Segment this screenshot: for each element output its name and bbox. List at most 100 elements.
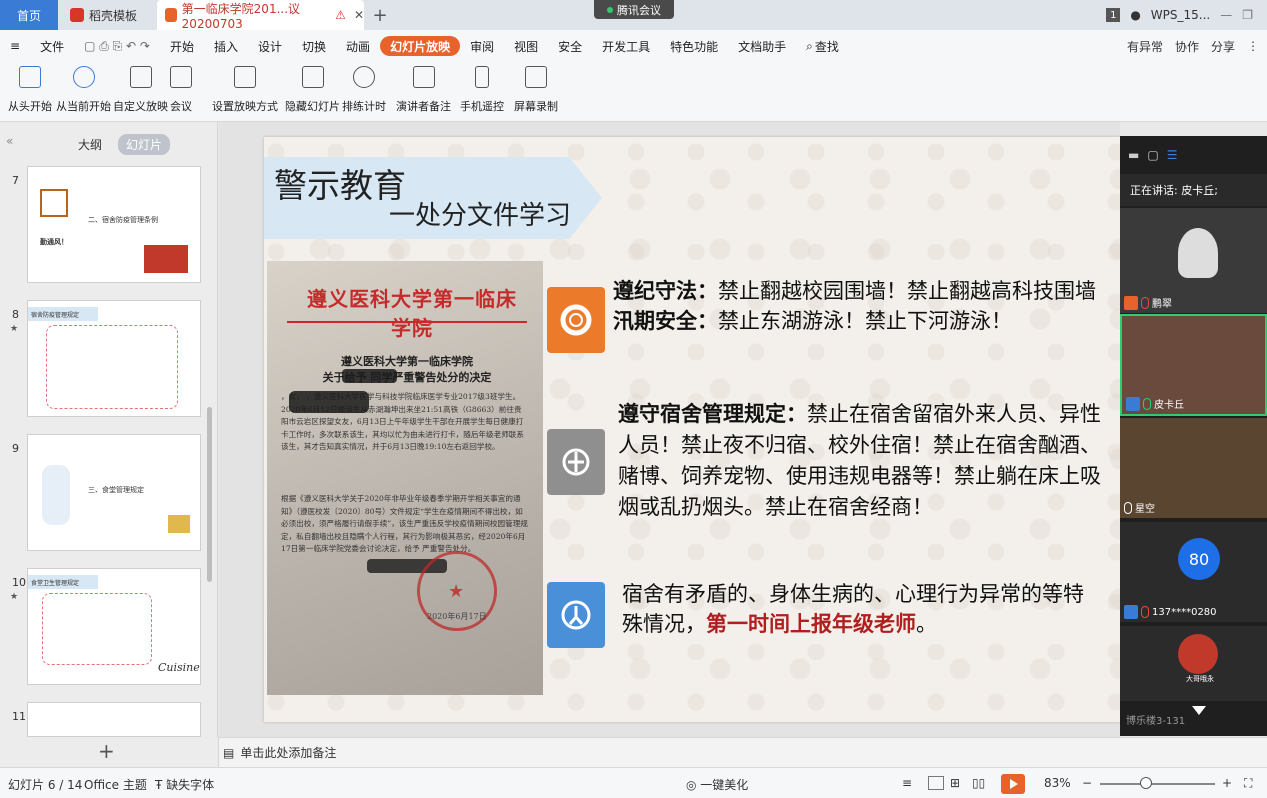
slide-thumb-8[interactable]: 宿舍防疫管理规定	[27, 300, 201, 417]
minimize-icon[interactable]: ▬	[1128, 148, 1139, 162]
close-tab-icon[interactable]: ✕	[354, 8, 364, 22]
thumbnail-scrollbar[interactable]	[207, 407, 212, 582]
normal-view-icon[interactable]	[928, 776, 944, 790]
participant-tile[interactable]: 鹏翠	[1120, 208, 1267, 313]
meeting-button[interactable]: 会议	[170, 66, 192, 118]
zoom-in-icon[interactable]: +	[1222, 776, 1232, 790]
rule-dormitory: 遵守宿舍管理规定：禁止在宿舍留宿外来人员、异性人员！禁止夜不归宿、校外住宿！禁止…	[618, 399, 1108, 523]
user-icon	[1126, 396, 1140, 411]
zoom-slider-handle[interactable]	[1140, 777, 1152, 789]
missing-font-button[interactable]: Ŧ 缺失字体	[155, 776, 214, 793]
slide-thumb-7[interactable]: 二、宿舍防疫管理条例 勤通风！	[27, 166, 201, 283]
slide-thumb-10[interactable]: 食堂卫生管理规定 Cuisine	[27, 568, 201, 685]
beautify-button[interactable]: ◎ 一键美化	[686, 776, 748, 793]
menu-view[interactable]: 视图	[504, 36, 548, 56]
thumb-caption: 宿舍防疫管理规定	[28, 307, 98, 321]
thumb-subcaption: 勤通风！	[40, 238, 68, 246]
panel-tabs: 大纲 幻灯片	[70, 134, 171, 155]
thumb-caption: 二、宿舍防疫管理条例	[88, 216, 158, 224]
thumb-content-box	[46, 325, 178, 409]
hamburger-icon[interactable]: ≡	[0, 36, 30, 56]
slide-thumb-11[interactable]	[27, 702, 201, 737]
theme-name[interactable]: Office 主题	[84, 776, 147, 793]
user-avatar-icon[interactable]: ●	[1130, 8, 1140, 22]
menu-devtools[interactable]: 开发工具	[592, 36, 660, 56]
user-name[interactable]: WPS_15...	[1151, 8, 1210, 22]
more-icon[interactable]: ⋮	[1247, 39, 1259, 53]
font-icon: Ŧ	[155, 778, 167, 792]
hide-slide-button[interactable]: 隐藏幻灯片	[285, 66, 340, 118]
add-slide-icon[interactable]: +	[98, 739, 115, 763]
reading-view-icon[interactable]: ▯▯	[972, 776, 985, 790]
speaker-notes-button[interactable]: 演讲者备注	[396, 66, 451, 118]
collapse-panel-icon[interactable]: «	[6, 134, 13, 148]
restore-icon[interactable]: ❐	[1242, 8, 1253, 22]
menu-security[interactable]: 安全	[548, 36, 592, 56]
from-start-button[interactable]: 从头开始	[8, 66, 52, 118]
tab-template[interactable]: 稻壳模板	[60, 0, 155, 30]
tab-document[interactable]: 第一临床学院201...议20200703 ⚠ ✕	[157, 0, 364, 31]
slide-title: 警示教育	[274, 166, 406, 205]
participant-tile-active[interactable]: 皮卡丘	[1120, 314, 1267, 416]
menu-features[interactable]: 特色功能	[660, 36, 728, 56]
list-icon[interactable]: ☰	[1167, 148, 1178, 162]
sync-status[interactable]: 有异常	[1127, 38, 1163, 55]
thumb-number: 8	[12, 308, 19, 321]
zoom-out-icon[interactable]: −	[1082, 776, 1092, 790]
search-label: 查找	[814, 39, 839, 54]
ribbon-slideshow: 从头开始 从当前开始 自定义放映 会议 设置放映方式 隐藏幻灯片 排练计时 演讲…	[0, 62, 1267, 122]
hide-slide-label: 隐藏幻灯片	[285, 100, 340, 113]
notes-toggle-icon[interactable]: ≡	[902, 776, 912, 790]
fit-window-icon[interactable]: ⛶	[1244, 776, 1252, 791]
participant-avatar: 80	[1178, 538, 1220, 580]
participant-tile[interactable]: 80 137****0280	[1120, 522, 1267, 622]
menu-design[interactable]: 设计	[248, 36, 292, 56]
window-icon[interactable]: ▢	[1147, 148, 1158, 162]
collaborate-button[interactable]: 协作	[1175, 38, 1199, 55]
participant-tile[interactable]: 星空	[1120, 418, 1267, 518]
menu-start[interactable]: 开始	[160, 36, 204, 56]
meeting-indicator[interactable]: 腾讯会议	[594, 0, 674, 19]
zoom-slider-track[interactable]	[1100, 783, 1215, 785]
menu-transition[interactable]: 切换	[292, 36, 336, 56]
tab-outline[interactable]: 大纲	[70, 134, 110, 155]
notes-placeholder: 单击此处添加备注	[240, 746, 337, 760]
menu-file[interactable]: 文件	[30, 36, 74, 56]
zoom-level[interactable]: 83%	[1044, 776, 1071, 790]
menu-slideshow[interactable]: 幻灯片放映	[380, 36, 461, 56]
tab-slides[interactable]: 幻灯片	[118, 134, 171, 155]
phone-remote-button[interactable]: 手机遥控	[460, 66, 504, 118]
notes-icon	[412, 66, 435, 88]
menu-assistant[interactable]: 文档助手	[728, 36, 796, 56]
participant-tile[interactable]: 大哥哦永	[1120, 626, 1267, 701]
meeting-label: 会议	[170, 100, 192, 113]
lifebuoy-icon	[547, 287, 605, 353]
play-slideshow-button[interactable]	[1001, 774, 1025, 794]
rehearse-button[interactable]: 排练计时	[342, 66, 386, 118]
menu-search[interactable]: ⌕ 查找	[796, 36, 849, 56]
from-current-button[interactable]: 从当前开始	[56, 66, 111, 118]
custom-show-button[interactable]: 自定义放映	[113, 66, 168, 118]
sorter-view-icon[interactable]: ⊞	[950, 776, 960, 790]
menu-animation[interactable]: 动画	[336, 36, 380, 56]
seal-star-icon: ★	[448, 581, 465, 602]
document-title-line1: 遵义医科大学第一临床学院	[341, 355, 473, 368]
from-current-label: 从当前开始	[56, 100, 111, 113]
minimize-icon[interactable]: —	[1220, 8, 1232, 22]
window-count-badge[interactable]: 1	[1106, 8, 1121, 22]
menu-review[interactable]: 审阅	[460, 36, 504, 56]
setup-show-button[interactable]: 设置放映方式	[212, 66, 278, 118]
screen-record-button[interactable]: 屏幕录制	[514, 66, 558, 118]
mic-on-icon	[1143, 397, 1151, 410]
share-button[interactable]: 分享	[1211, 38, 1235, 55]
rule-report-end: 。	[916, 612, 937, 636]
slide-thumb-9[interactable]: 三、食堂管理规定	[27, 434, 201, 551]
tab-home[interactable]: 首页	[0, 0, 58, 30]
emblem-icon	[547, 429, 605, 495]
quick-tools: ▢ ⎙ ⎘ ↶ ↷	[84, 38, 150, 53]
new-tab-button[interactable]: +	[370, 0, 390, 30]
menu-insert[interactable]: 插入	[204, 36, 248, 56]
current-slide[interactable]: 警示教育 一处分文件学习 遵义医科大学第一临床学院 遵义医科大学第一临床学院 关…	[264, 137, 1120, 722]
notes-bar[interactable]: ▤ 单击此处添加备注	[219, 737, 1267, 767]
mic-muted-icon	[1141, 296, 1149, 309]
